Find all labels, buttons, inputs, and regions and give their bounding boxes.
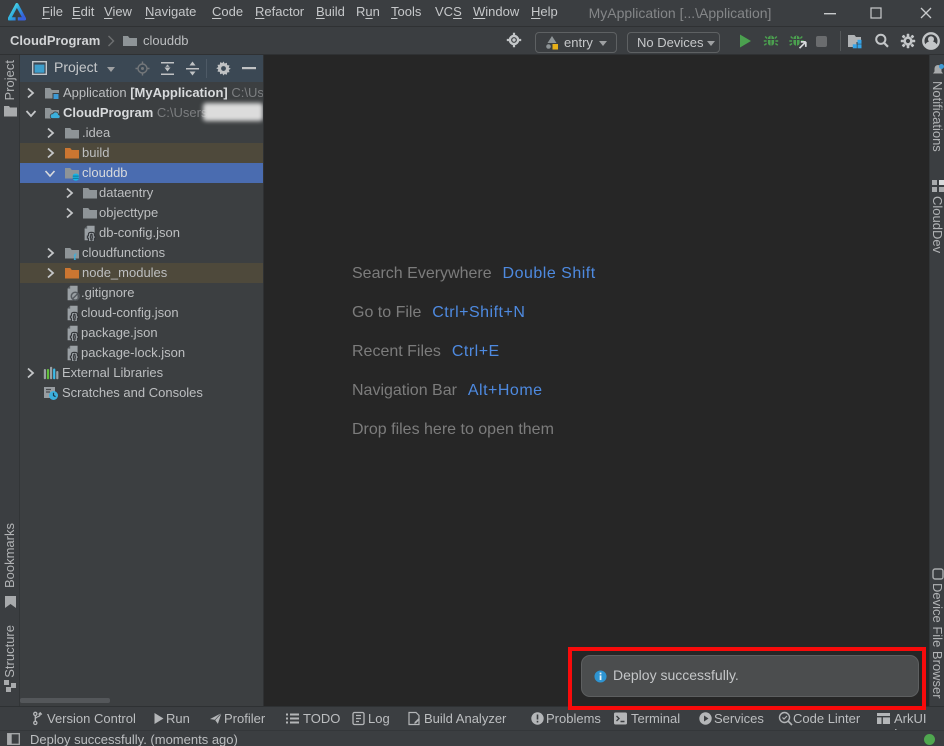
svg-text:{}: {} xyxy=(71,332,79,341)
svg-text:{}: {} xyxy=(88,232,96,241)
svg-text:{}: {} xyxy=(71,352,79,361)
svg-text:{}: {} xyxy=(71,312,79,321)
